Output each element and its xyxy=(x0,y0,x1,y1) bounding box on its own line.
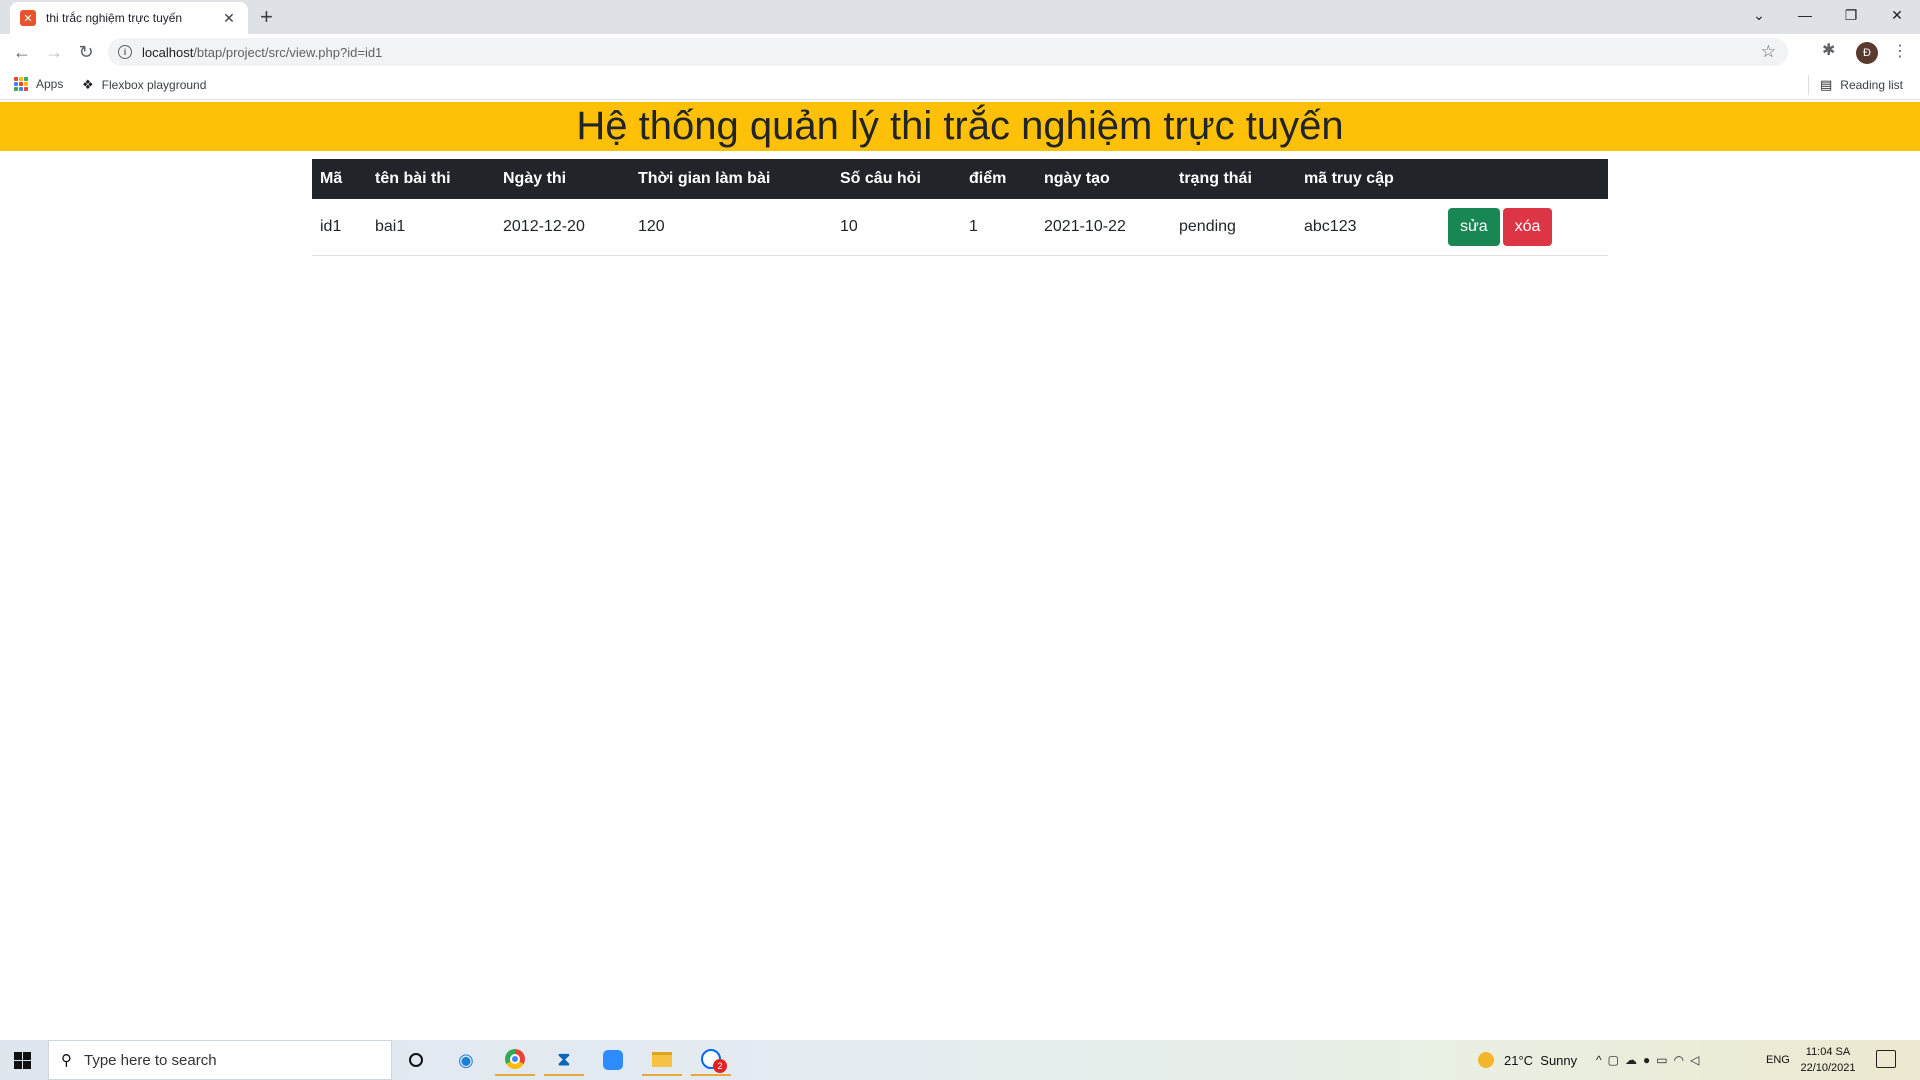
browser-menu-icon[interactable]: ⋮ xyxy=(1892,41,1908,61)
volume-icon[interactable]: ◁ xyxy=(1690,1053,1705,1067)
close-window-button[interactable]: ✕ xyxy=(1874,0,1920,30)
profile-avatar[interactable]: Đ xyxy=(1856,42,1878,64)
browser-toolbar: ← → ↻ i localhost/btap/project/src/view.… xyxy=(0,34,1920,70)
file-explorer-icon[interactable] xyxy=(642,1044,682,1076)
chevron-up-icon[interactable]: ^ xyxy=(1596,1053,1608,1067)
chrome-browser-icon[interactable] xyxy=(495,1044,535,1076)
cell-ma: id1 xyxy=(312,199,367,256)
forward-arrow-icon[interactable]: → xyxy=(42,40,66,64)
reading-list-button[interactable]: ▤ Reading list xyxy=(1820,77,1903,93)
cell-ngay-tao: 2021-10-22 xyxy=(1036,199,1171,256)
task-view-icon[interactable] xyxy=(396,1044,436,1076)
wifi-icon[interactable]: ◠ xyxy=(1674,1053,1690,1067)
codepen-icon: ❖ xyxy=(82,77,94,92)
battery-icon[interactable]: ▭ xyxy=(1656,1053,1673,1067)
cell-so-cau-hoi: 10 xyxy=(832,199,961,256)
table-header-row: Mã tên bài thi Ngày thi Thời gian làm bà… xyxy=(312,159,1608,199)
notifications-icon[interactable] xyxy=(1876,1050,1896,1068)
table-row: id1 bai1 2012-12-20 120 10 1 2021-10-22 … xyxy=(312,199,1608,256)
extensions-puzzle-icon[interactable]: ✱ xyxy=(1822,40,1835,60)
zalo-badge: 2 xyxy=(713,1059,727,1073)
site-info-icon[interactable]: i xyxy=(118,45,132,59)
bookmark-flexbox-playground[interactable]: ❖ Flexbox playground xyxy=(82,77,206,93)
microphone-icon[interactable]: ● xyxy=(1643,1053,1656,1067)
exam-table-container: Mã tên bài thi Ngày thi Thời gian làm bà… xyxy=(312,159,1608,256)
taskbar-search-box[interactable]: ⚲ Type here to search xyxy=(48,1040,392,1080)
bookmark-flexbox-label: Flexbox playground xyxy=(101,78,207,92)
cell-actions: sửa xóa xyxy=(1440,199,1608,256)
col-header-ngay-tao: ngày tạo xyxy=(1036,159,1171,199)
weather-widget[interactable]: 21°C Sunny xyxy=(1478,1040,1577,1080)
bookmark-apps-label: Apps xyxy=(36,77,64,91)
col-header-diem: điểm xyxy=(961,159,1036,199)
system-tray-icons[interactable]: ^ ▢ ☁ ● ▭ ◠ ◁ xyxy=(1596,1040,1705,1080)
bookmark-star-icon[interactable]: ☆ xyxy=(1761,42,1776,62)
tab-title: thi trắc nghiệm trực tuyến xyxy=(46,11,183,25)
windows-taskbar: ⚲ Type here to search ◉ ⧗ 2 21°C Sunny ^… xyxy=(0,1040,1920,1080)
taskbar-search-placeholder: Type here to search xyxy=(84,1051,217,1069)
xampp-favicon-icon: ✕ xyxy=(20,10,36,26)
taskbar-clock[interactable]: 11:04 SA 22/10/2021 xyxy=(1790,1044,1866,1076)
clock-time: 11:04 SA xyxy=(1805,1046,1851,1058)
minimize-button[interactable]: — xyxy=(1782,0,1828,30)
reading-list-icon: ▤ xyxy=(1820,77,1833,92)
page-title: Hệ thống quản lý thi trắc nghiệm trực tu… xyxy=(576,104,1344,148)
reading-list-label: Reading list xyxy=(1840,78,1903,92)
cell-trang-thai: pending xyxy=(1171,199,1296,256)
bookmarks-bar: Apps ❖ Flexbox playground ▤ Reading list xyxy=(0,70,1920,100)
new-tab-button[interactable]: + xyxy=(260,5,273,29)
browser-titlebar: ✕ thi trắc nghiệm trực tuyến ✕ + ⌄ — ❐ ✕ xyxy=(0,0,1920,34)
sun-icon xyxy=(1478,1052,1494,1068)
apps-grid-icon xyxy=(14,77,28,91)
cell-ma-truy-cap: abc123 xyxy=(1296,199,1440,256)
windows-start-icon[interactable] xyxy=(14,1052,31,1069)
cell-ngay-thi: 2012-12-20 xyxy=(495,199,630,256)
weather-text: 21°C Sunny xyxy=(1504,1052,1578,1068)
col-header-actions xyxy=(1440,159,1608,199)
zalo-icon[interactable]: 2 xyxy=(691,1044,731,1076)
cell-ten-bai-thi: bai1 xyxy=(367,199,495,256)
vscode-icon[interactable]: ⧗ xyxy=(544,1044,584,1076)
address-bar[interactable]: i localhost/btap/project/src/view.php?id… xyxy=(108,38,1788,66)
browser-tab[interactable]: ✕ thi trắc nghiệm trực tuyến ✕ xyxy=(10,2,248,34)
meet-now-icon[interactable]: ▢ xyxy=(1608,1053,1625,1067)
col-header-trang-thai: trạng thái xyxy=(1171,159,1296,199)
page-header-banner: Hệ thống quản lý thi trắc nghiệm trực tu… xyxy=(0,102,1920,151)
tab-close-icon[interactable]: ✕ xyxy=(220,10,238,27)
col-header-thoi-gian: Thời gian làm bài xyxy=(630,159,832,199)
col-header-ma-truy-cap: mã truy cập xyxy=(1296,159,1440,199)
table-header: Mã tên bài thi Ngày thi Thời gian làm bà… xyxy=(312,159,1608,199)
restore-button[interactable]: ❐ xyxy=(1828,0,1874,30)
col-header-ten-bai-thi: tên bài thi xyxy=(367,159,495,199)
url-text: localhost/btap/project/src/view.php?id=i… xyxy=(142,44,383,60)
edit-button[interactable]: sửa xyxy=(1448,207,1500,246)
onedrive-cloud-icon[interactable]: ☁ xyxy=(1625,1053,1643,1067)
reload-icon[interactable]: ↻ xyxy=(74,40,98,64)
zoom-icon[interactable] xyxy=(593,1044,633,1076)
exam-table: Mã tên bài thi Ngày thi Thời gian làm bà… xyxy=(312,159,1608,256)
language-indicator[interactable]: ENG xyxy=(1766,1040,1790,1080)
cell-diem: 1 xyxy=(961,199,1036,256)
col-header-ngay-thi: Ngày thi xyxy=(495,159,630,199)
back-arrow-icon[interactable]: ← xyxy=(10,40,34,64)
delete-button[interactable]: xóa xyxy=(1502,207,1553,246)
tab-search-icon[interactable]: ⌄ xyxy=(1736,0,1782,30)
search-icon: ⚲ xyxy=(61,1052,72,1069)
bookmark-apps[interactable]: Apps xyxy=(14,77,63,91)
clock-date: 22/10/2021 xyxy=(1800,1062,1856,1074)
col-header-so-cau-hoi: Số câu hỏi xyxy=(832,159,961,199)
cell-thoi-gian: 120 xyxy=(630,199,832,256)
col-header-ma: Mã xyxy=(312,159,367,199)
bookmarks-divider xyxy=(1808,75,1809,95)
edge-browser-icon[interactable]: ◉ xyxy=(446,1044,486,1076)
